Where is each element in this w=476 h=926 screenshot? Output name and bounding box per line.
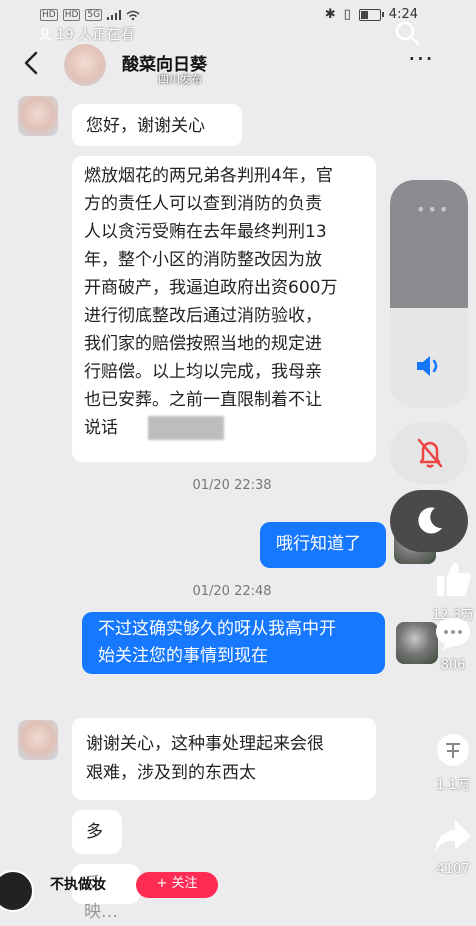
redacted-block [148, 416, 224, 440]
author-avatar[interactable] [0, 870, 34, 912]
network-badge: 5G [85, 9, 103, 21]
hd-badge-2: HD [62, 9, 81, 21]
message-line: 行赔偿。以上均以完成，我母亲 [84, 362, 322, 382]
mute-toggle-button[interactable] [390, 422, 468, 484]
battery-icon [358, 8, 384, 21]
message-text: 您好，谢谢关心 [86, 116, 205, 136]
comment-action[interactable]: 806 [430, 616, 476, 673]
drag-handle-icon[interactable]: ••• [416, 200, 450, 219]
favorite-star-icon [437, 734, 469, 766]
share-action[interactable]: 4107 [430, 818, 476, 877]
message-timestamp: 01/20 22:48 [192, 584, 272, 599]
chat-header: 酸菜向日葵 四川发布 ··· [0, 44, 476, 86]
contact-avatar-small [18, 96, 58, 136]
viewer-count: 19 人正在看 [38, 24, 134, 44]
more-options-icon[interactable]: ··· [408, 47, 436, 72]
vibrate-icon: ▯ [343, 7, 351, 22]
follow-button[interactable]: + 关注 [136, 872, 218, 898]
back-arrow-icon[interactable] [22, 50, 40, 76]
message-line: 说话 [84, 414, 364, 442]
speaker-volume-icon [417, 356, 438, 376]
do-not-disturb-button[interactable] [390, 490, 468, 552]
contact-avatar-small [18, 720, 58, 760]
author-name[interactable]: 不执做妆 [50, 874, 106, 894]
viewers-icon [39, 28, 51, 41]
message-bubble-sent: 哦行知道了 [260, 522, 386, 568]
message-bubble-received: 谢谢关心，这种事处理起来会很 艰难，涉及到的东西太 [72, 718, 376, 800]
message-line: 燃放烟花的两兄弟各判刑4年，官 [84, 166, 333, 186]
message-bubble-received: 您好，谢谢关心 [72, 104, 242, 146]
message-line: 不过这确实够久的呀从我高中开 [98, 619, 336, 639]
contact-avatar[interactable] [64, 44, 106, 86]
message-line: 也已安葬。之前一直限制着不让 [84, 390, 322, 410]
message-bubble-received: 多 [72, 810, 122, 854]
favorite-count: 1.1万 [436, 778, 470, 793]
like-action[interactable]: 12.3万 [430, 560, 476, 623]
volume-slider[interactable]: ••• [390, 180, 468, 408]
message-line: 人以贪污受贿在去年最终判刑13 [84, 222, 327, 242]
share-arrow-icon [435, 820, 471, 852]
favorite-action[interactable]: 1.1万 [430, 732, 476, 793]
author-bar: 不执做妆 + 关注 [0, 870, 476, 912]
message-timestamp: 01/20 22:38 [192, 478, 272, 493]
message-bubble-received: 燃放烟花的两兄弟各判刑4年，官 方的责任人可以查到消防的负责 人以贪污受贿在去年… [72, 156, 376, 462]
thumbs-up-icon [437, 562, 471, 596]
hd-badge: HD [40, 9, 58, 21]
comment-bubble-icon [436, 618, 470, 650]
message-line: 谢谢关心，这种事处理起来会很 [86, 734, 324, 754]
message-text: 多 [86, 822, 103, 842]
bell-off-icon [417, 438, 443, 468]
signal-icon [107, 10, 122, 20]
message-line: 方的责任人可以查到消防的负责 [84, 194, 322, 214]
comment-count: 806 [440, 658, 466, 673]
message-line: 艰难，涉及到的东西太 [86, 763, 256, 783]
message-line: 进行彻底整改后通过消防验收， [84, 306, 322, 326]
message-line: 我们家的赔偿按照当地的规定进 [84, 334, 322, 354]
message-text: 哦行知道了 [276, 534, 361, 554]
message-bubble-sent: 不过这确实够久的呀从我高中开 始关注您的事情到现在 [82, 612, 385, 674]
message-text: 说话 [84, 418, 118, 438]
viewer-count-text: 19 人正在看 [56, 27, 135, 43]
ip-location-label: 四川发布 [158, 73, 202, 86]
bluetooth-icon: ✱ [324, 7, 336, 22]
message-line: 年，整个小区的消防整改因为放 [84, 250, 322, 270]
status-icons-left: HD HD 5G [40, 9, 140, 21]
moon-icon [418, 507, 442, 534]
wifi-icon [126, 10, 140, 20]
message-line: 开商破产，我逼迫政府出资600万 [84, 278, 338, 298]
message-line: 始关注您的事情到现在 [98, 646, 268, 666]
search-icon[interactable] [394, 20, 420, 46]
